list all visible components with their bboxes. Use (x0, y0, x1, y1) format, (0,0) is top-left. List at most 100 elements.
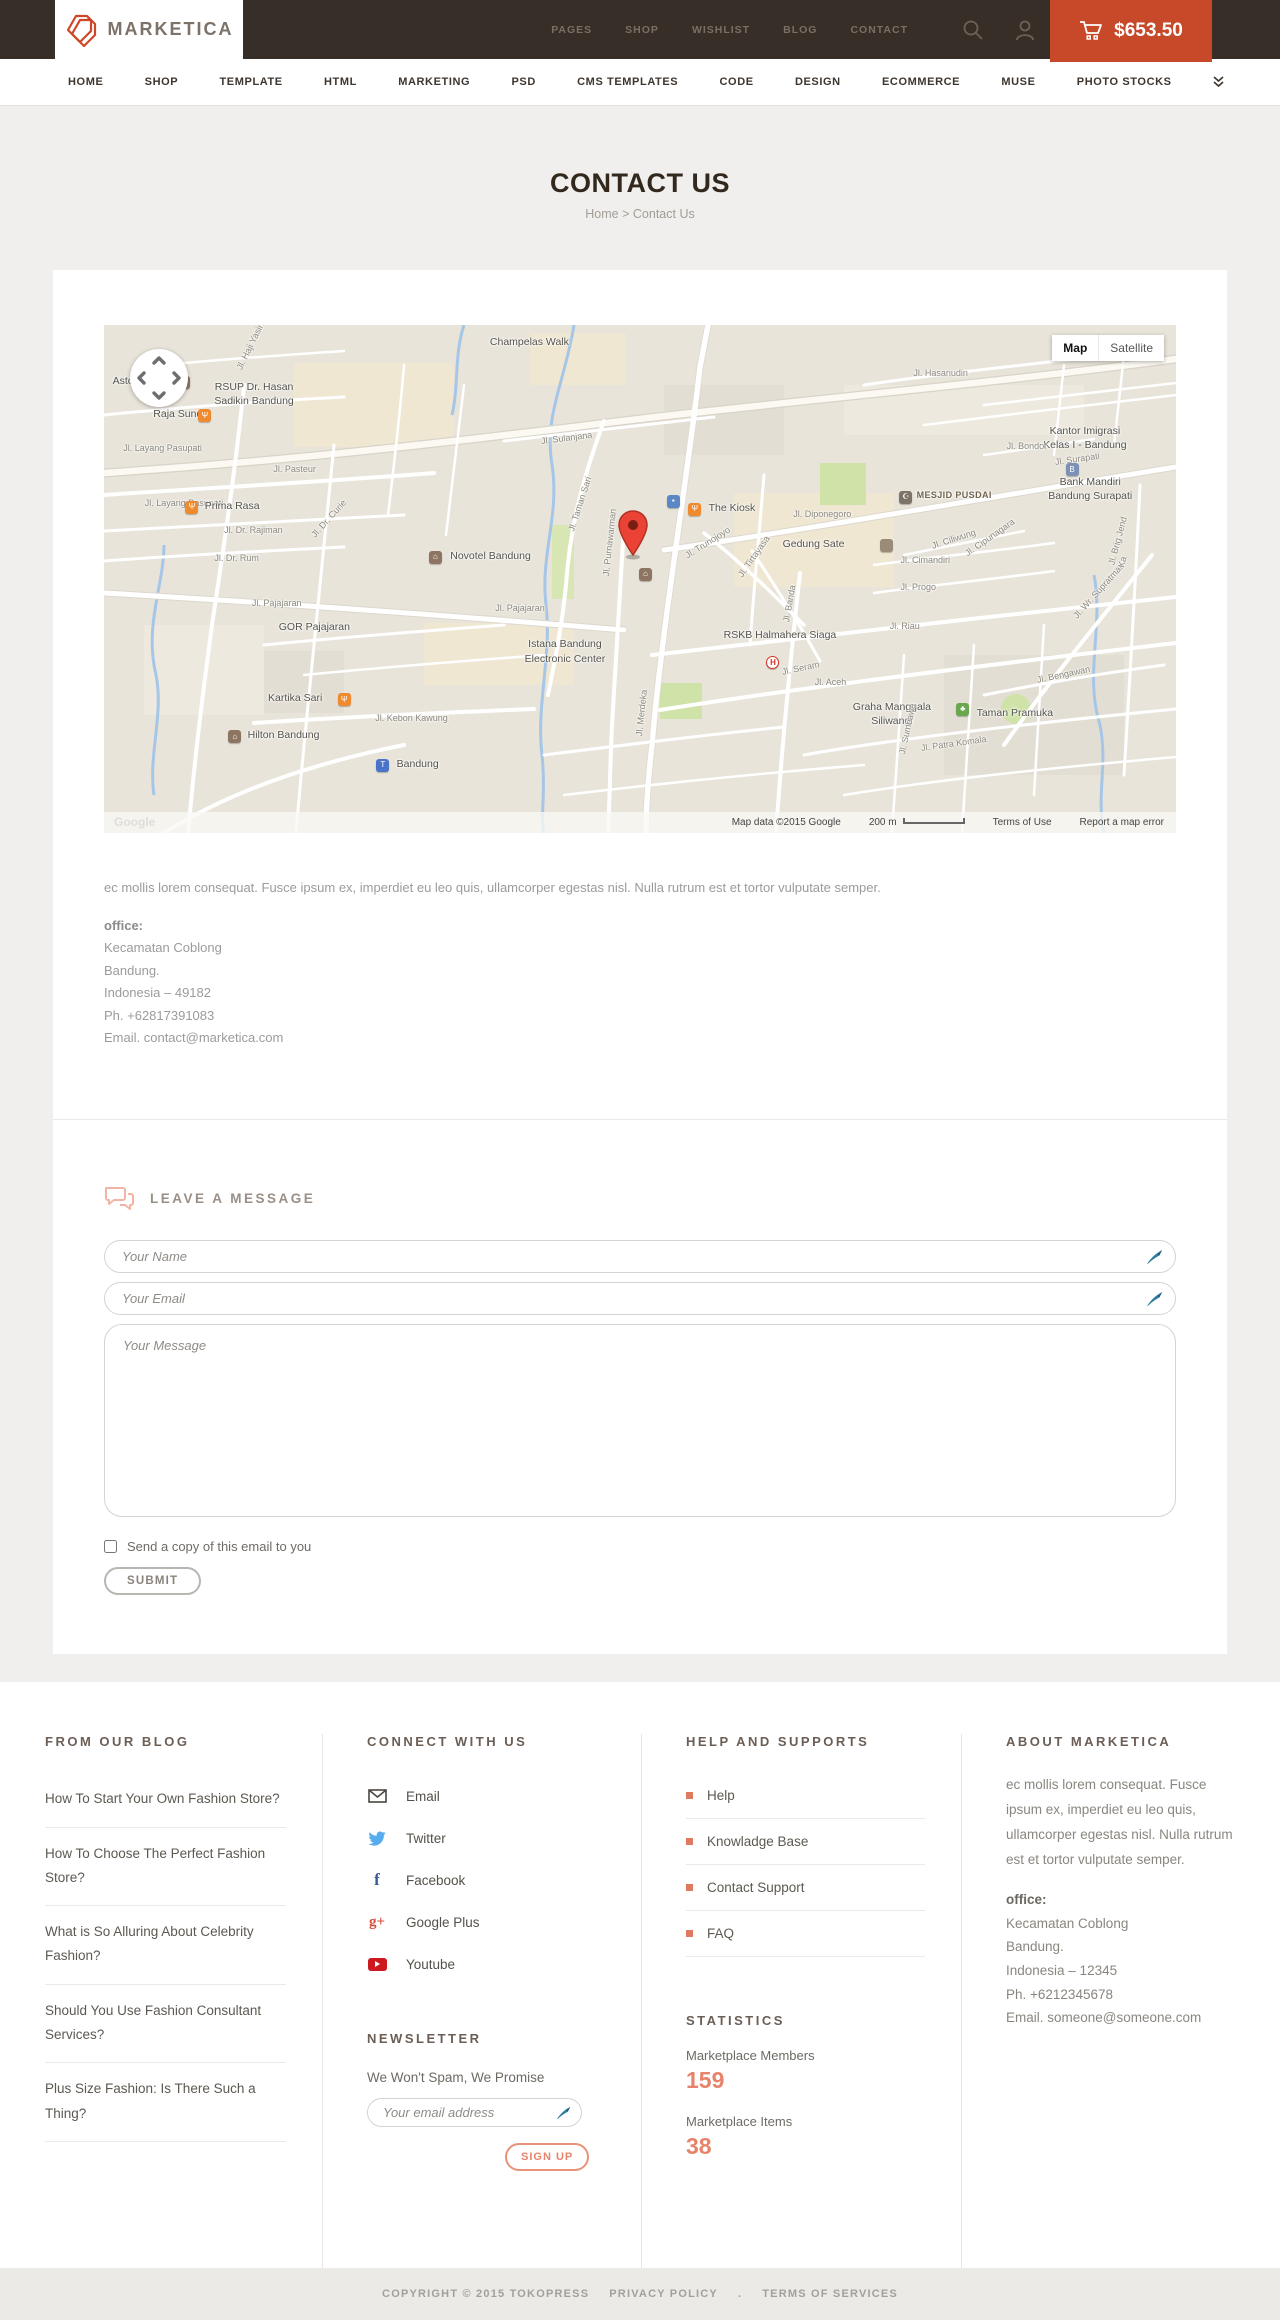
send-copy-label: Send a copy of this email to you (127, 1539, 312, 1555)
scale-bar-icon (902, 817, 965, 824)
blog-link[interactable]: Should You Use Fashion Consultant Servic… (45, 1985, 286, 2064)
help-link[interactable]: Contact Support (686, 1865, 925, 1912)
terms-of-services-link[interactable]: TERMS OF SERVICES (762, 2288, 898, 2300)
youtube-link[interactable]: Youtube (367, 1943, 605, 1985)
catnav-cms-templates[interactable]: CMS TEMPLATES (577, 76, 678, 88)
catnav-ecommerce[interactable]: ECOMMERCE (882, 76, 960, 88)
cart-total: $653.50 (1114, 20, 1183, 41)
newsletter-heading: NEWSLETTER (367, 2031, 482, 2047)
copyright-text: COPYRIGHT © 2015 TOKOPRESS (382, 2288, 590, 2301)
user-icon[interactable] (1014, 19, 1036, 41)
breadcrumb: Home > Contact Us (0, 207, 1280, 221)
copyright-separator: . (737, 2288, 743, 2301)
office-line: Kecamatan Coblong (1006, 1915, 1129, 1931)
header-icons (962, 0, 1036, 59)
stat-value: 38 (686, 2133, 712, 2160)
blog-link[interactable]: What is So Alluring About Celebrity Fash… (45, 1906, 286, 1985)
topnav-contact[interactable]: CONTACT (850, 24, 908, 36)
satellite-button[interactable]: Satellite (1098, 335, 1164, 361)
help-link[interactable]: Knowladge Base (686, 1819, 925, 1866)
email-link[interactable]: Email (367, 1775, 605, 1817)
signup-button[interactable]: SIGN UP (505, 2143, 590, 2172)
speech-bubbles-icon (105, 1187, 134, 1211)
about-office-block: office: Kecamatan Coblong Bandung. Indon… (1006, 1888, 1244, 2030)
catnav-photo-stocks[interactable]: PHOTO STOCKS (1077, 76, 1172, 88)
newsletter-email-input[interactable] (367, 2098, 582, 2128)
topnav-blog[interactable]: BLOG (783, 24, 817, 36)
map-canvas (104, 325, 1176, 833)
office-label: office: (1006, 1892, 1047, 1908)
send-copy-checkbox[interactable] (104, 1540, 117, 1554)
footer-blog-column: FROM OUR BLOG How To Start Your Own Fash… (0, 1734, 322, 2268)
blog-link[interactable]: How To Start Your Own Fashion Store? (45, 1773, 286, 1828)
statistics-heading: STATISTICS (686, 2013, 785, 2029)
report-error-link[interactable]: Report a map error (1080, 817, 1164, 828)
catnav-muse[interactable]: MUSE (1001, 76, 1035, 88)
catnav-shop[interactable]: SHOP (145, 76, 179, 88)
catnav-psd[interactable]: PSD (511, 76, 535, 88)
email-icon (367, 1788, 387, 1804)
breadcrumb-separator: > (622, 207, 630, 221)
catnav-template[interactable]: TEMPLATE (219, 76, 282, 88)
help-link[interactable]: Help (686, 1773, 925, 1820)
brand-logo[interactable]: MARKETICA (55, 0, 243, 59)
copyright-bar: COPYRIGHT © 2015 TOKOPRESS PRIVACY POLIC… (0, 2268, 1280, 2320)
brand-name: MARKETICA (107, 19, 234, 39)
about-heading: ABOUT MARKETICA (1006, 1734, 1172, 1750)
contact-intro: ec mollis lorem consequat. Fusce ipsum e… (104, 880, 881, 895)
cart-button[interactable]: $653.50 (1050, 0, 1212, 62)
email-input[interactable] (104, 1282, 1176, 1316)
search-icon[interactable] (962, 19, 984, 41)
catnav-code[interactable]: CODE (720, 76, 754, 88)
googleplus-link[interactable]: g+ Google Plus (367, 1901, 605, 1943)
breadcrumb-current: Contact Us (632, 207, 695, 221)
office-line: Ph. +6212345678 (1006, 1986, 1113, 2002)
pan-arrows-icon (137, 356, 181, 400)
square-bullet-icon (686, 1838, 693, 1846)
footer-help-column: HELP AND SUPPORTS Help Knowladge Base Co… (641, 1734, 961, 2269)
terms-link[interactable]: Terms of Use (993, 817, 1052, 828)
map-data-credit: Map data ©2015 Google (731, 817, 841, 828)
map-button[interactable]: Map (1052, 335, 1099, 361)
topnav-pages[interactable]: PAGES (551, 24, 592, 36)
catnav-html[interactable]: HTML (324, 76, 357, 88)
youtube-icon (367, 1956, 387, 1972)
topnav-wishlist[interactable]: WISHLIST (692, 24, 750, 36)
about-text: ec mollis lorem consequat. Fusce ipsum e… (1006, 1777, 1233, 1868)
topnav-shop[interactable]: SHOP (625, 24, 659, 36)
facebook-icon: f (374, 1870, 380, 1890)
category-nav: HOME SHOP TEMPLATE HTML MARKETING PSD CM… (0, 59, 1280, 106)
privacy-policy-link[interactable]: PRIVACY POLICY (609, 2288, 718, 2300)
blog-link[interactable]: Plus Size Fashion: Is There Such a Thing… (45, 2063, 286, 2142)
map-pan-control[interactable] (130, 349, 188, 407)
twitter-icon (367, 1830, 387, 1846)
blog-link[interactable]: How To Choose The Perfect Fashion Store? (45, 1828, 286, 1907)
message-form-section: LEAVE A MESSAGE Send a copy of this emai… (53, 1119, 1227, 1596)
breadcrumb-home[interactable]: Home (585, 207, 618, 221)
top-header: MARKETICA PAGES SHOP WISHLIST BLOG CONTA… (0, 0, 1280, 62)
twitter-link[interactable]: Twitter (367, 1817, 605, 1859)
help-heading: HELP AND SUPPORTS (686, 1734, 870, 1750)
name-input[interactable] (104, 1240, 1176, 1274)
map-pin-icon[interactable] (616, 510, 650, 560)
stat-value: 159 (686, 2067, 725, 2094)
message-textarea[interactable] (104, 1324, 1176, 1518)
office-line: Kecamatan Coblong (104, 940, 222, 956)
stat-label: Marketplace Items (686, 2114, 793, 2130)
catnav-marketing[interactable]: MARKETING (398, 76, 470, 88)
help-link[interactable]: FAQ (686, 1911, 925, 1958)
office-line: Ph. +62817391083 (104, 1007, 215, 1023)
footer: FROM OUR BLOG How To Start Your Own Fash… (0, 1682, 1280, 2269)
catnav-design[interactable]: DESIGN (795, 76, 841, 88)
office-label: office: (104, 918, 143, 934)
catnav-home[interactable]: HOME (68, 76, 103, 88)
submit-button[interactable]: SUBMIT (104, 1567, 202, 1596)
footer-about-column: ABOUT MARKETICA ec mollis lorem consequa… (961, 1734, 1280, 2269)
tag-icon (66, 14, 96, 47)
footer-connect-column: CONNECT WITH US Email Twitter f Facebook… (322, 1734, 641, 2269)
facebook-link[interactable]: f Facebook (367, 1859, 605, 1901)
pen-icon (1146, 1292, 1163, 1307)
chevron-down-icon[interactable] (1213, 76, 1224, 88)
office-line: Bandung. (104, 962, 160, 978)
google-map[interactable]: Champelas WalkJl. HasanudinAston Tropica… (104, 325, 1176, 833)
